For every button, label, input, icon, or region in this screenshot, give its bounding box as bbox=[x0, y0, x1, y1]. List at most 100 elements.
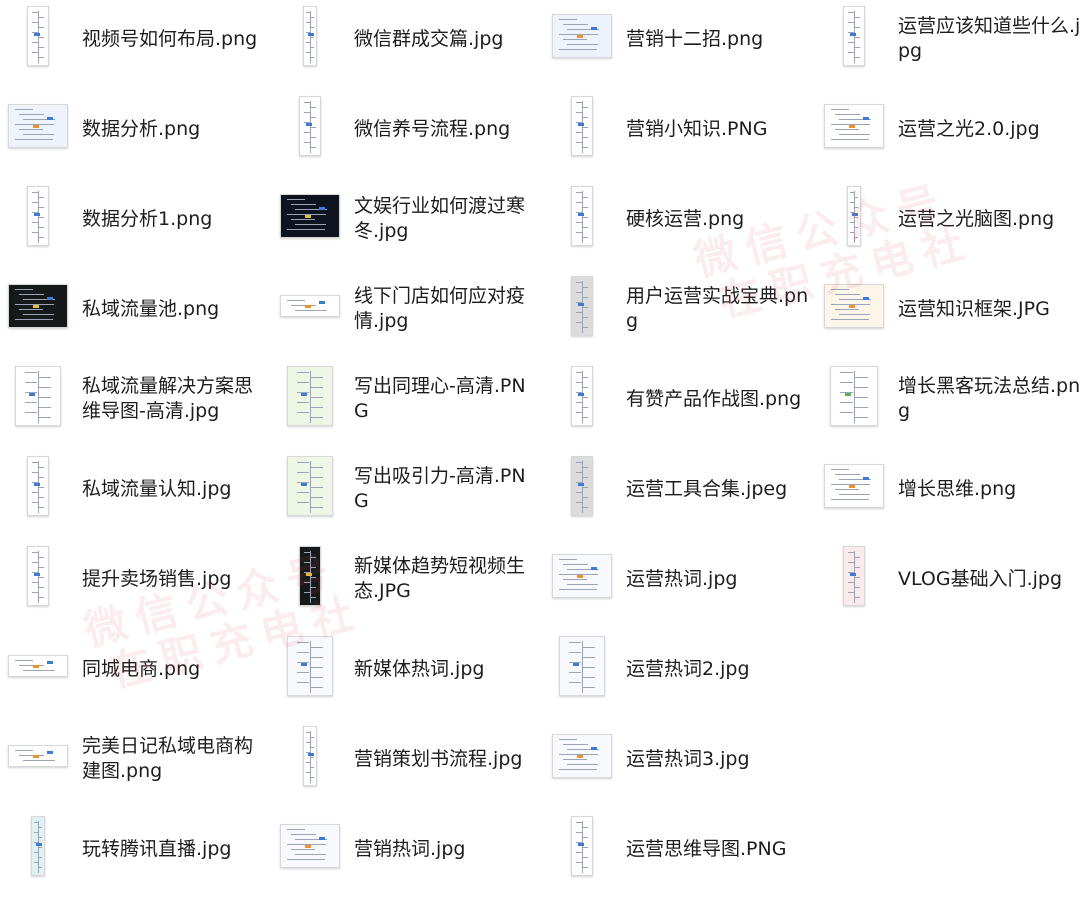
file-thumbnail-icon[interactable] bbox=[548, 274, 616, 338]
file-item[interactable]: 有赞产品作战图.png bbox=[544, 360, 814, 448]
file-name-label[interactable]: 增长黑客玩法总结.png bbox=[898, 368, 1080, 430]
file-item[interactable]: 运营热词3.jpg bbox=[544, 720, 814, 808]
file-thumbnail-icon[interactable] bbox=[820, 184, 888, 248]
file-thumbnail-icon[interactable] bbox=[4, 274, 72, 338]
file-thumbnail-icon[interactable] bbox=[276, 724, 344, 788]
file-thumbnail-icon[interactable] bbox=[276, 814, 344, 878]
file-thumbnail-icon[interactable] bbox=[276, 544, 344, 608]
file-thumbnail-icon[interactable] bbox=[4, 4, 72, 68]
file-thumbnail-icon[interactable] bbox=[276, 274, 344, 338]
file-thumbnail-icon[interactable] bbox=[548, 814, 616, 878]
file-item[interactable]: 营销小知识.PNG bbox=[544, 90, 814, 178]
file-name-label[interactable]: 运营之光2.0.jpg bbox=[898, 98, 1080, 160]
file-name-label[interactable]: 文娱行业如何渡过寒冬.jpg bbox=[354, 188, 538, 250]
file-name-label[interactable]: 运营热词.jpg bbox=[626, 548, 810, 610]
file-name-label[interactable]: 微信养号流程.png bbox=[354, 98, 538, 160]
file-name-label[interactable]: 营销热词.jpg bbox=[354, 818, 538, 880]
file-name-label[interactable]: 营销十二招.png bbox=[626, 8, 810, 70]
file-thumbnail-icon[interactable] bbox=[548, 544, 616, 608]
file-item[interactable]: VLOG基础入门.jpg bbox=[816, 540, 1080, 628]
file-name-label[interactable]: 运营知识框架.JPG bbox=[898, 278, 1080, 340]
file-item[interactable]: 运营之光2.0.jpg bbox=[816, 90, 1080, 178]
file-thumbnail-icon[interactable] bbox=[276, 454, 344, 518]
file-item[interactable]: 运营思维导图.PNG bbox=[544, 810, 814, 898]
file-name-label[interactable]: 运营工具合集.jpeg bbox=[626, 458, 810, 520]
file-item[interactable]: 视频号如何布局.png bbox=[0, 0, 270, 88]
file-item[interactable]: 私域流量池.png bbox=[0, 270, 270, 358]
file-item[interactable]: 数据分析.png bbox=[0, 90, 270, 178]
file-thumbnail-icon[interactable] bbox=[548, 364, 616, 428]
file-item[interactable]: 微信群成交篇.jpg bbox=[272, 0, 542, 88]
file-item[interactable]: 增长思维.png bbox=[816, 450, 1080, 538]
file-item[interactable]: 完美日记私域电商构建图.png bbox=[0, 720, 270, 808]
file-name-label[interactable]: 写出同理心-高清.PNG bbox=[354, 368, 538, 430]
file-name-label[interactable]: 新媒体热词.jpg bbox=[354, 638, 538, 700]
file-item[interactable]: 数据分析1.png bbox=[0, 180, 270, 268]
file-item[interactable]: 同城电商.png bbox=[0, 630, 270, 718]
file-name-label[interactable]: 营销策划书流程.jpg bbox=[354, 728, 538, 790]
file-item[interactable]: 营销策划书流程.jpg bbox=[272, 720, 542, 808]
file-name-label[interactable]: 数据分析.png bbox=[82, 98, 266, 160]
file-thumbnail-icon[interactable] bbox=[4, 544, 72, 608]
file-name-label[interactable]: 运营应该知道些什么.jpg bbox=[898, 8, 1080, 70]
file-thumbnail-icon[interactable] bbox=[820, 544, 888, 608]
file-item[interactable]: 线下门店如何应对疫情.jpg bbox=[272, 270, 542, 358]
file-name-label[interactable]: 同城电商.png bbox=[82, 638, 266, 700]
file-name-label[interactable]: 数据分析1.png bbox=[82, 188, 266, 250]
file-thumbnail-icon[interactable] bbox=[4, 634, 72, 698]
file-name-label[interactable]: 微信群成交篇.jpg bbox=[354, 8, 538, 70]
file-thumbnail-icon[interactable] bbox=[4, 184, 72, 248]
file-thumbnail-icon[interactable] bbox=[548, 634, 616, 698]
file-item[interactable]: 营销十二招.png bbox=[544, 0, 814, 88]
file-thumbnail-icon[interactable] bbox=[548, 724, 616, 788]
file-thumbnail-icon[interactable] bbox=[820, 364, 888, 428]
file-thumbnail-icon[interactable] bbox=[820, 274, 888, 338]
file-item[interactable]: 玩转腾讯直播.jpg bbox=[0, 810, 270, 898]
file-name-label[interactable]: 运营思维导图.PNG bbox=[626, 818, 810, 880]
file-item[interactable]: 运营之光脑图.png bbox=[816, 180, 1080, 268]
file-thumbnail-icon[interactable] bbox=[820, 4, 888, 68]
file-item[interactable]: 运营工具合集.jpeg bbox=[544, 450, 814, 538]
file-thumbnail-icon[interactable] bbox=[548, 4, 616, 68]
file-name-label[interactable]: 私域流量池.png bbox=[82, 278, 266, 340]
file-thumbnail-icon[interactable] bbox=[276, 94, 344, 158]
file-name-label[interactable]: 私域流量认知.jpg bbox=[82, 458, 266, 520]
file-thumbnail-icon[interactable] bbox=[548, 184, 616, 248]
file-thumbnail-icon[interactable] bbox=[4, 94, 72, 158]
file-name-label[interactable]: 用户运营实战宝典.png bbox=[626, 278, 810, 340]
file-thumbnail-icon[interactable] bbox=[4, 724, 72, 788]
file-name-label[interactable]: 视频号如何布局.png bbox=[82, 8, 266, 70]
file-thumbnail-icon[interactable] bbox=[4, 364, 72, 428]
file-name-label[interactable]: 运营热词3.jpg bbox=[626, 728, 810, 790]
file-name-label[interactable]: 增长思维.png bbox=[898, 458, 1080, 520]
file-thumbnail-icon[interactable] bbox=[276, 4, 344, 68]
file-thumbnail-icon[interactable] bbox=[276, 634, 344, 698]
file-item[interactable]: 运营应该知道些什么.jpg bbox=[816, 0, 1080, 88]
file-thumbnail-icon[interactable] bbox=[548, 454, 616, 518]
file-thumbnail-icon[interactable] bbox=[4, 814, 72, 878]
file-name-label[interactable]: 运营之光脑图.png bbox=[898, 188, 1080, 250]
file-name-label[interactable]: 玩转腾讯直播.jpg bbox=[82, 818, 266, 880]
file-item[interactable]: 写出同理心-高清.PNG bbox=[272, 360, 542, 448]
file-name-label[interactable]: 营销小知识.PNG bbox=[626, 98, 810, 160]
file-item[interactable]: 新媒体热词.jpg bbox=[272, 630, 542, 718]
file-thumbnail-icon[interactable] bbox=[4, 454, 72, 518]
file-name-label[interactable]: VLOG基础入门.jpg bbox=[898, 548, 1080, 610]
file-name-label[interactable]: 私域流量解决方案思维导图-高清.jpg bbox=[82, 368, 266, 430]
file-thumbnail-icon[interactable] bbox=[548, 94, 616, 158]
file-name-label[interactable]: 运营热词2.jpg bbox=[626, 638, 810, 700]
file-item[interactable]: 用户运营实战宝典.png bbox=[544, 270, 814, 358]
file-thumbnail-icon[interactable] bbox=[276, 184, 344, 248]
file-item[interactable]: 营销热词.jpg bbox=[272, 810, 542, 898]
file-thumbnail-icon[interactable] bbox=[276, 364, 344, 428]
file-item[interactable]: 硬核运营.png bbox=[544, 180, 814, 268]
file-thumbnail-icon[interactable] bbox=[820, 454, 888, 518]
file-name-label[interactable]: 有赞产品作战图.png bbox=[626, 368, 810, 430]
file-item[interactable]: 运营热词.jpg bbox=[544, 540, 814, 628]
file-item[interactable]: 运营知识框架.JPG bbox=[816, 270, 1080, 358]
file-name-label[interactable]: 新媒体趋势短视频生态.JPG bbox=[354, 548, 538, 610]
file-item[interactable]: 运营热词2.jpg bbox=[544, 630, 814, 718]
file-item[interactable]: 写出吸引力-高清.PNG bbox=[272, 450, 542, 538]
file-item[interactable]: 文娱行业如何渡过寒冬.jpg bbox=[272, 180, 542, 268]
file-name-label[interactable]: 线下门店如何应对疫情.jpg bbox=[354, 278, 538, 340]
